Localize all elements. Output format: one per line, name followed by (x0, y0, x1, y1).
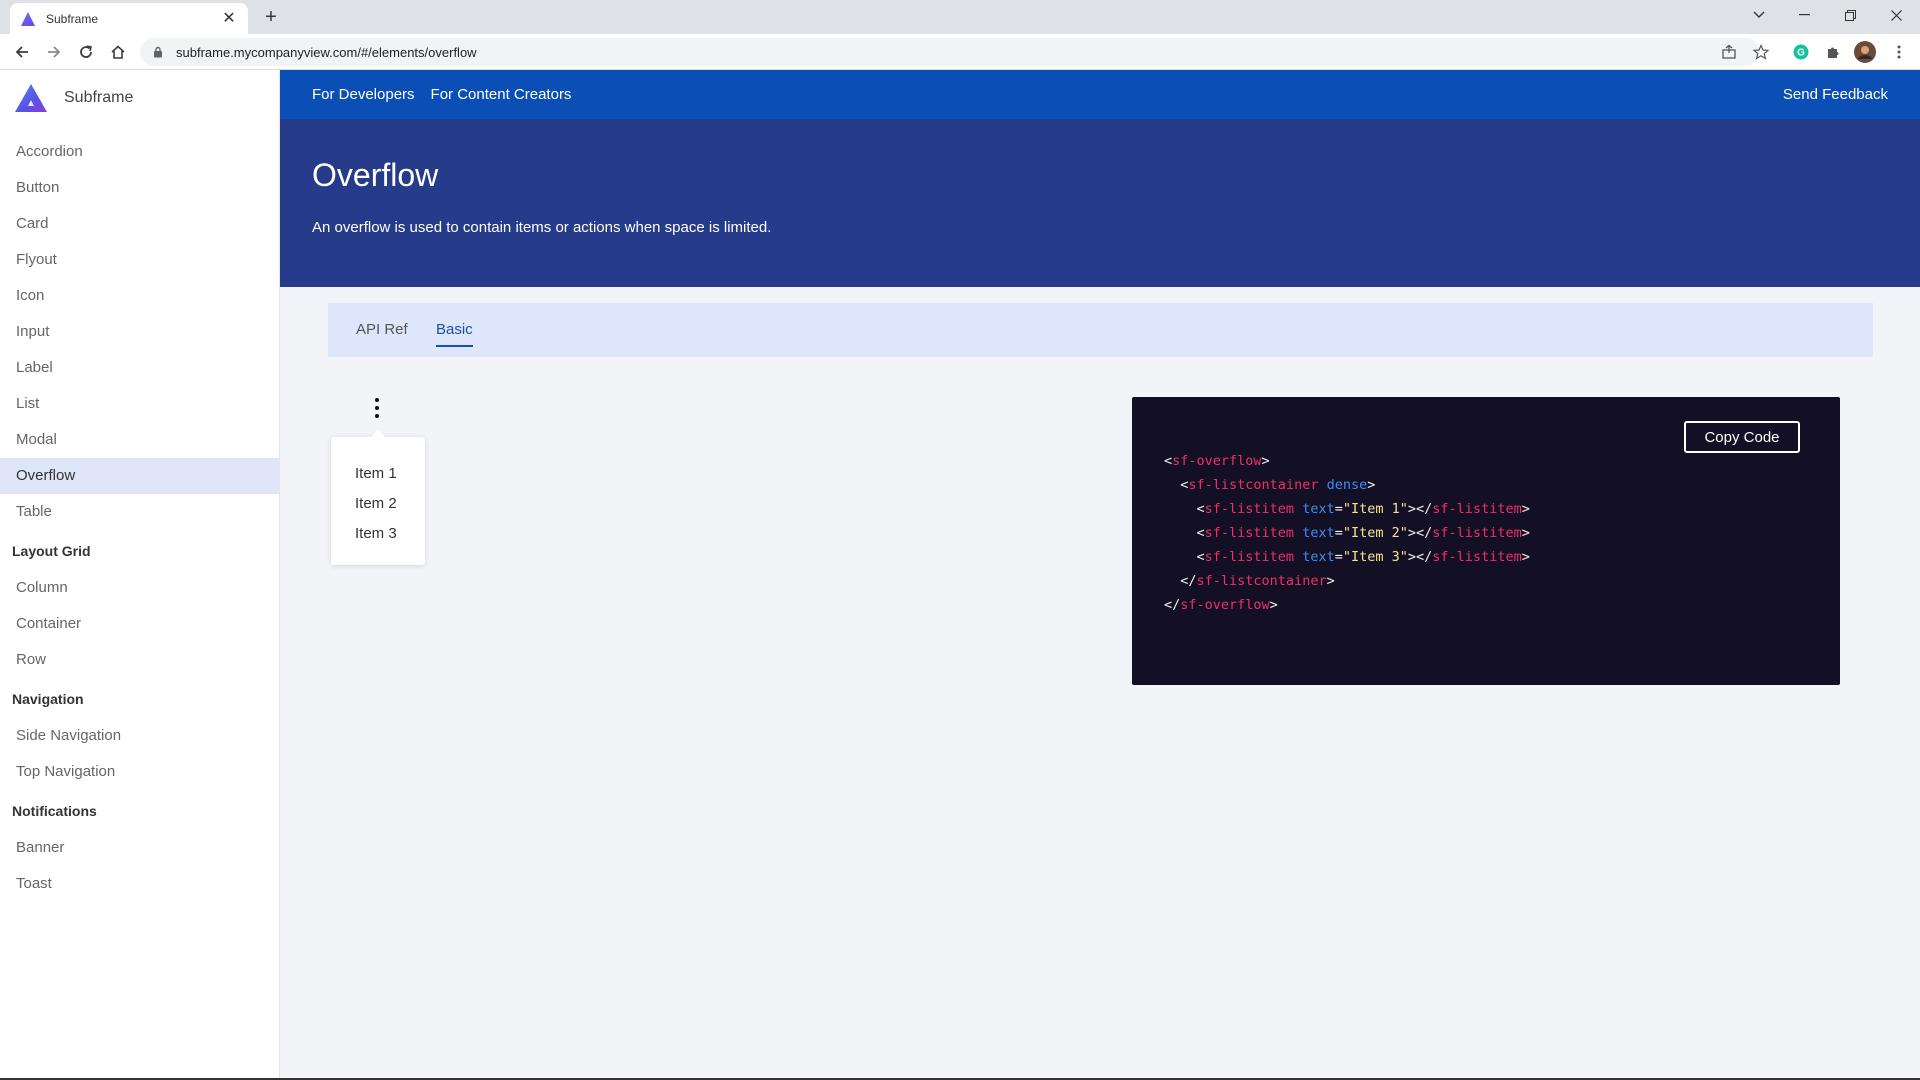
code-panel: Copy Code <sf-overflow> <sf-listcontaine… (1132, 397, 1840, 685)
browser-tabstrip: Subframe ✕ + (0, 0, 1920, 34)
send-feedback-link[interactable]: Send Feedback (1783, 70, 1888, 119)
sidebar-item-list[interactable]: List (0, 386, 279, 422)
sidebar: Subframe Accordion Button Card Flyout Ic… (0, 70, 280, 1080)
browser-menu-icon[interactable] (1890, 43, 1908, 61)
example-tabs: API Ref Basic (328, 303, 1873, 357)
bookmark-star-icon[interactable] (1752, 43, 1770, 61)
code-line: <sf-listitem text="Item 3"></sf-listitem… (1196, 549, 1530, 565)
forward-icon[interactable] (42, 40, 66, 64)
overflow-menu: Item 1 Item 2 Item 3 (331, 430, 425, 565)
url-text: subframe.mycompanyview.com/#/elements/ov… (176, 44, 477, 60)
tab-basic-label: Basic (436, 321, 473, 338)
lock-icon (154, 46, 162, 58)
overflow-menu-item[interactable]: Item 1 (331, 459, 425, 489)
home-icon[interactable] (106, 40, 130, 64)
sidebar-item-column[interactable]: Column (0, 570, 279, 606)
code-snippet: <sf-overflow> <sf-listcontainer dense> <… (1164, 449, 1530, 617)
grammarly-extension-icon[interactable]: G (1792, 43, 1810, 61)
brand[interactable]: Subframe (14, 80, 133, 116)
code-line: <sf-listitem text="Item 2"></sf-listitem… (1196, 525, 1530, 541)
sidebar-section-navigation: Navigation (12, 691, 84, 707)
tab-search-icon[interactable] (1736, 0, 1782, 30)
active-tab-indicator (436, 345, 473, 347)
extensions-puzzle-icon[interactable] (1824, 43, 1842, 61)
code-line: <sf-overflow> (1164, 453, 1270, 469)
brand-name: Subframe (64, 89, 134, 106)
subframe-logo-icon (15, 84, 47, 112)
new-tab-icon[interactable]: + (260, 6, 282, 28)
sidebar-item-side-navigation[interactable]: Side Navigation (0, 718, 279, 754)
sidebar-item-overflow[interactable]: Overflow (0, 458, 279, 494)
overflow-menu-item[interactable]: Item 3 (331, 519, 425, 549)
profile-avatar-icon[interactable] (1854, 41, 1876, 63)
close-window-icon[interactable] (1873, 0, 1919, 30)
sidebar-item-flyout[interactable]: Flyout (0, 242, 279, 278)
nav-link-for-developers[interactable]: For Developers (312, 86, 415, 103)
minimize-icon[interactable] (1781, 0, 1827, 30)
close-tab-icon[interactable]: ✕ (220, 10, 238, 28)
browser-tab-title: Subframe (46, 11, 99, 26)
code-line: </sf-listcontainer> (1180, 573, 1335, 589)
code-line: <sf-listitem text="Item 1"></sf-listitem… (1196, 501, 1530, 517)
sidebar-item-input[interactable]: Input (0, 314, 279, 350)
share-icon[interactable] (1720, 43, 1738, 61)
sidebar-item-label[interactable]: Label (0, 350, 279, 386)
browser-tab[interactable]: Subframe ✕ (10, 3, 248, 34)
tab-basic[interactable]: Basic (436, 303, 473, 357)
address-bar[interactable]: subframe.mycompanyview.com/#/elements/ov… (140, 38, 1760, 66)
sidebar-item-button[interactable]: Button (0, 170, 279, 206)
copy-code-button[interactable]: Copy Code (1684, 421, 1800, 453)
sidebar-item-container[interactable]: Container (0, 606, 279, 642)
reload-icon[interactable] (74, 40, 98, 64)
code-line: </sf-overflow> (1164, 597, 1278, 613)
sidebar-item-accordion[interactable]: Accordion (0, 134, 279, 170)
tab-api-ref[interactable]: API Ref (356, 303, 408, 357)
restore-icon[interactable] (1827, 0, 1873, 30)
sidebar-nav: Accordion Button Card Flyout Icon Input … (0, 134, 279, 902)
back-icon[interactable] (10, 40, 34, 64)
code-line: <sf-listcontainer dense> (1180, 477, 1376, 493)
sidebar-item-modal[interactable]: Modal (0, 422, 279, 458)
browser-toolbar: subframe.mycompanyview.com/#/elements/ov… (0, 34, 1920, 70)
page-header: Overflow An overflow is used to contain … (280, 119, 1920, 287)
nav-link-for-content-creators[interactable]: For Content Creators (431, 86, 572, 103)
svg-text:G: G (1797, 48, 1805, 59)
subframe-favicon-icon (21, 11, 35, 26)
sidebar-item-banner[interactable]: Banner (0, 830, 279, 866)
page-description: An overflow is used to contain items or … (312, 219, 772, 236)
sidebar-item-table[interactable]: Table (0, 494, 279, 530)
overflow-menu-item[interactable]: Item 2 (331, 489, 425, 519)
top-navigation: For Developers For Content Creators Send… (280, 70, 1920, 119)
sidebar-item-row[interactable]: Row (0, 642, 279, 678)
sidebar-item-top-navigation[interactable]: Top Navigation (0, 754, 279, 790)
sidebar-item-toast[interactable]: Toast (0, 866, 279, 902)
overflow-more-icon[interactable] (367, 394, 387, 422)
sidebar-section-layout-grid: Layout Grid (12, 543, 91, 559)
page-title: Overflow (312, 157, 439, 193)
sidebar-item-icon[interactable]: Icon (0, 278, 279, 314)
sidebar-item-card[interactable]: Card (0, 206, 279, 242)
sidebar-section-notifications: Notifications (12, 803, 97, 819)
